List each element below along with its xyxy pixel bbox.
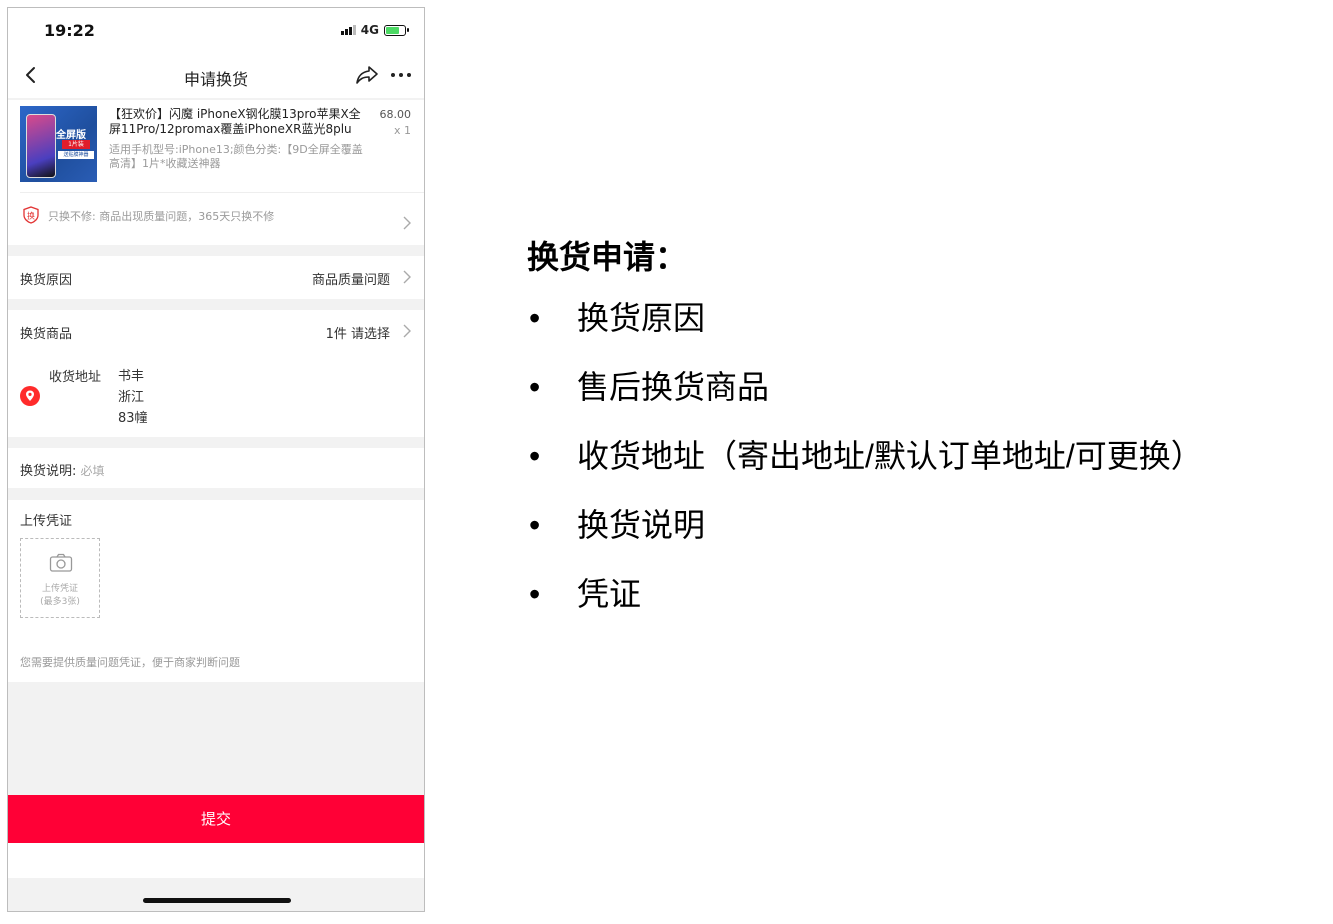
upload-box-label: 上传凭证	[41, 584, 78, 594]
phone-screen: 19:22 4G 申请换货 全屏版 1片装 送贴膜神器 【狂欢价】闪魔 iPho…	[7, 7, 425, 912]
submit-button[interactable]: 提交	[8, 795, 424, 843]
guarantee-notice: 只换不修: 商品出现质量问题，365天只换不修	[48, 210, 275, 223]
address-name: 书丰	[118, 369, 145, 384]
thumb-text: 送贴膜神器	[58, 151, 94, 159]
annotation-text: 凭证	[577, 576, 642, 612]
exchange-goods-section: 换货商品 1件 请选择 收货地址 书丰 浙江 83幢	[8, 310, 424, 437]
product-card[interactable]: 全屏版 1片装 送贴膜神器 【狂欢价】闪魔 iPhoneX钢化膜13pro苹果X…	[8, 100, 424, 245]
annotation-text: 换货说明	[577, 507, 706, 543]
chevron-right-icon[interactable]	[402, 216, 412, 230]
reason-label: 换货原因	[20, 273, 73, 288]
address-details[interactable]: 书丰 浙江 83幢	[118, 366, 148, 429]
bullet: •	[529, 300, 541, 336]
explanation-field[interactable]: 换货说明: 必填	[20, 460, 105, 479]
product-quantity: x 1	[393, 124, 411, 137]
home-indicator[interactable]	[143, 898, 291, 903]
product-thumbnail: 全屏版 1片装 送贴膜神器	[20, 106, 97, 182]
chevron-right-icon[interactable]	[402, 324, 412, 338]
bullet: •	[529, 576, 541, 612]
annotation-item: • 收货地址（寄出地址/默认订单地址/可更换）	[527, 436, 1203, 476]
exchange-reason-row[interactable]: 换货原因 商品质量问题	[8, 256, 424, 299]
explanation-placeholder: 必填	[80, 464, 105, 478]
signal-icon	[340, 25, 356, 35]
upload-box-limit: (最多3张)	[40, 597, 80, 607]
annotation-list: • 换货原因 • 售后换货商品 • 收货地址（寄出地址/默认订单地址/可更换） • 换货…	[527, 298, 1203, 614]
product-name: 【狂欢价】闪魔 iPhoneX钢化膜13pro苹果X全屏11Pro/12prom…	[109, 107, 361, 136]
navigation-bar: 申请换货	[8, 54, 424, 98]
guarantee-icon: 换	[23, 206, 39, 224]
annotation-title: 换货申请：	[527, 239, 688, 275]
goods-select-action[interactable]: 请选择	[351, 327, 390, 342]
bullet: •	[529, 369, 541, 405]
address-line: 浙江	[118, 390, 145, 405]
bottom-safe-area	[8, 843, 424, 878]
network-type: 4G	[360, 23, 379, 37]
status-indicators: 4G	[340, 23, 409, 37]
share-icon[interactable]	[355, 64, 379, 86]
upload-hint: 您需要提供质量问题凭证，便于商家判断问题	[20, 656, 240, 669]
goods-selector[interactable]: 1件 请选择	[326, 323, 390, 342]
address-line: 83幢	[118, 411, 148, 426]
annotation-item: • 凭证	[527, 574, 1203, 614]
reason-value: 商品质量问题	[311, 273, 390, 288]
annotation-text: 换货原因	[577, 300, 706, 336]
camera-icon	[49, 553, 73, 572]
address-label: 收货地址	[49, 370, 102, 385]
upload-photo-button[interactable]: 上传凭证 (最多3张)	[20, 538, 100, 618]
exchange-explanation-row[interactable]: 换货说明: 必填	[8, 448, 424, 488]
upload-label: 上传凭证	[20, 514, 73, 529]
annotation-item: • 换货原因	[527, 298, 1203, 338]
product-price: 68.00	[379, 108, 412, 121]
more-icon[interactable]	[390, 65, 412, 85]
chevron-right-icon[interactable]	[402, 270, 412, 284]
goods-count: 1件	[325, 327, 347, 342]
guarantee-icon-char: 换	[27, 211, 35, 221]
upload-proof-section: 上传凭证 上传凭证 (最多3张) 您需要提供质量问题凭证，便于商家判断问题	[8, 500, 424, 682]
product-spec: 适用手机型号:iPhone13;颜色分类:【9D全屏全覆盖高清】1片*收藏送神器	[109, 143, 363, 170]
divider	[20, 192, 424, 193]
annotation-panel: 换货申请： • 换货原因 • 售后换货商品 • 收货地址（寄出地址/默认订单地址/可更…	[527, 232, 1203, 643]
status-bar: 19:22 4G	[8, 8, 424, 54]
annotation-item: • 售后换货商品	[527, 367, 1203, 407]
explanation-label: 换货说明:	[20, 464, 77, 479]
annotation-text: 售后换货商品	[577, 369, 770, 405]
thumb-text: 全屏版	[56, 130, 86, 141]
status-time: 19:22	[44, 21, 95, 40]
bullet: •	[529, 438, 541, 474]
thumb-text: 1片装	[62, 140, 90, 149]
bullet: •	[529, 507, 541, 543]
goods-label: 换货商品	[20, 327, 73, 342]
battery-icon	[384, 24, 409, 36]
annotation-item: • 换货说明	[527, 505, 1203, 545]
location-pin-icon	[20, 386, 40, 406]
annotation-text: 收货地址（寄出地址/默认订单地址/可更换）	[577, 438, 1203, 474]
